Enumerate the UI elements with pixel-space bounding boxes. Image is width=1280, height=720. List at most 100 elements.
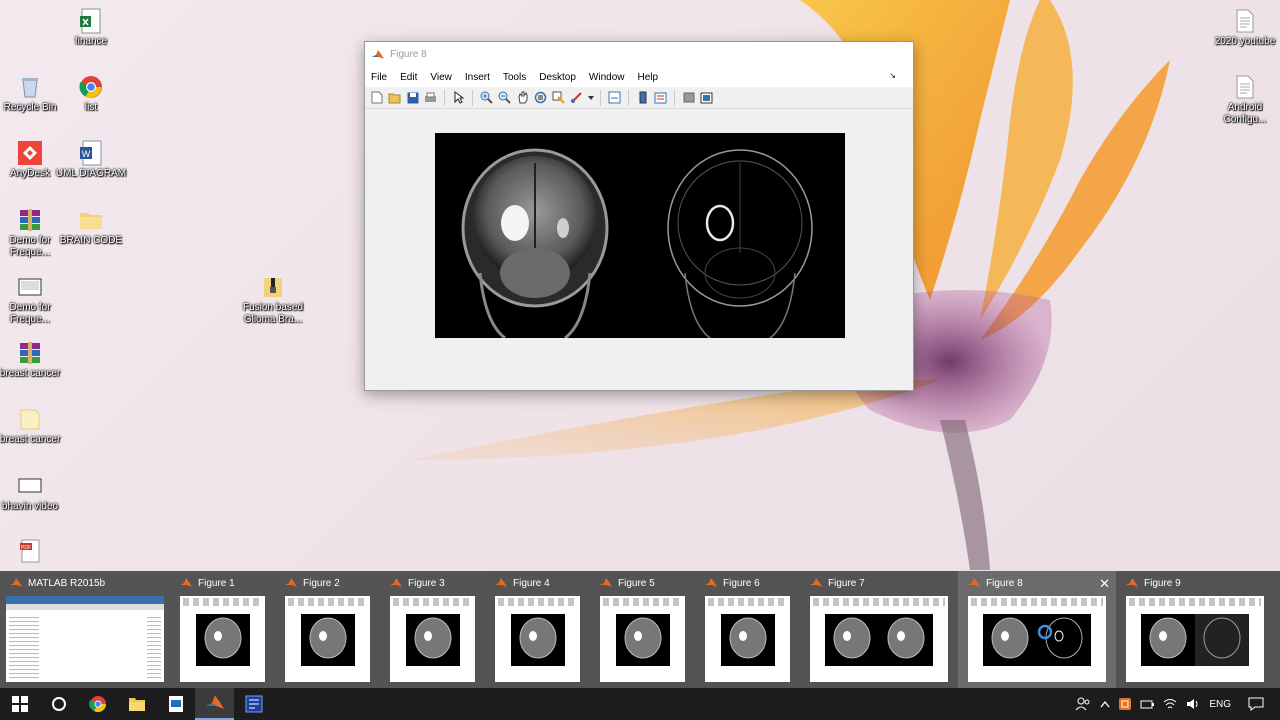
word-doc-icon: W — [78, 140, 104, 166]
preview-figure-2[interactable]: Figure 2 — [275, 571, 380, 688]
menu-edit[interactable]: Edit — [400, 72, 417, 83]
taskbar-app-2[interactable] — [234, 688, 273, 720]
zoom-out-icon[interactable] — [497, 90, 512, 105]
figure-window[interactable]: Figure 8 File Edit View Insert Tools Des… — [364, 41, 914, 391]
preview-figure-6[interactable]: Figure 6 — [695, 571, 800, 688]
edit-plot-arrow-icon[interactable] — [451, 90, 466, 105]
svg-text:W: W — [82, 149, 91, 159]
menu-view[interactable]: View — [430, 72, 452, 83]
desktop-icon-demo-freque-2[interactable]: Demo for Freque... — [0, 274, 66, 326]
tray-orange-app-icon[interactable] — [1119, 698, 1132, 710]
rotate-3d-icon[interactable] — [533, 90, 548, 105]
menu-window[interactable]: Window — [589, 72, 625, 83]
taskbar-app[interactable] — [156, 688, 195, 720]
new-figure-icon[interactable] — [369, 90, 384, 105]
video-file-icon — [17, 473, 43, 499]
desktop-icon-2020-youtube[interactable]: 2020 youtube — [1209, 8, 1280, 48]
language-indicator[interactable]: ENG — [1209, 699, 1231, 710]
notification-icon[interactable] — [1248, 697, 1264, 711]
preview-thumbnail — [1126, 596, 1264, 682]
matlab-icon — [968, 578, 980, 587]
preview-title: Figure 8 — [986, 577, 1023, 589]
open-file-icon[interactable] — [387, 90, 402, 105]
preview-figure-3[interactable]: Figure 3 — [380, 571, 485, 688]
preview-thumbnail — [180, 596, 265, 682]
taskbar-file-explorer[interactable] — [117, 688, 156, 720]
zoom-in-icon[interactable] — [479, 90, 494, 105]
preview-title: Figure 2 — [303, 577, 340, 589]
start-button[interactable] — [0, 688, 39, 720]
show-plot-tools-icon[interactable] — [699, 90, 714, 105]
matlab-icon — [600, 578, 612, 587]
brush-icon[interactable] — [569, 90, 584, 105]
preview-thumbnail — [495, 596, 580, 682]
figure-titlebar[interactable]: Figure 8 — [365, 42, 913, 67]
menu-insert[interactable]: Insert — [465, 72, 490, 83]
chevron-down-icon[interactable] — [587, 90, 594, 105]
desktop-icon-list[interactable]: list — [55, 74, 127, 114]
preview-figure-9[interactable]: Figure 9 — [1116, 571, 1274, 688]
wifi-icon[interactable] — [1163, 698, 1177, 710]
taskbar-chrome[interactable] — [78, 688, 117, 720]
close-icon[interactable]: ✕ — [1099, 576, 1110, 592]
link-plot-icon[interactable] — [607, 90, 622, 105]
matlab-icon — [285, 578, 297, 587]
preview-title: Figure 3 — [408, 577, 445, 589]
figure-toolbar — [365, 87, 913, 109]
preview-title: Figure 5 — [618, 577, 655, 589]
system-tray: ENG — [1075, 688, 1280, 720]
preview-title: Figure 1 — [198, 577, 235, 589]
preview-thumbnail — [968, 596, 1106, 682]
cortana-circle-icon — [51, 697, 66, 711]
taskbar-matlab[interactable] — [195, 688, 234, 720]
desktop-icon-fusion-glioma[interactable]: Fusion based Glioma Bra... — [237, 274, 309, 326]
pan-hand-icon[interactable] — [515, 90, 530, 105]
menu-help[interactable]: Help — [638, 72, 659, 83]
mri-images — [461, 148, 813, 338]
anydesk-icon — [17, 140, 43, 166]
cortana-button[interactable] — [39, 688, 78, 720]
desktop-icon-brain-code[interactable]: BRAIN CODE — [55, 207, 127, 247]
desktop-icon-breast-cancer-folder[interactable]: breast cancer — [0, 406, 66, 446]
preview-thumbnail — [6, 596, 164, 682]
menu-tools[interactable]: Tools — [503, 72, 526, 83]
desktop-icon-finance[interactable]: finance — [55, 8, 127, 48]
preview-title: Figure 6 — [723, 577, 760, 589]
insert-legend-icon[interactable] — [653, 90, 668, 105]
matlab-icon — [810, 578, 822, 587]
toolbar-separator — [600, 89, 601, 106]
chevron-up-icon[interactable] — [1100, 700, 1110, 708]
folder-icon — [128, 698, 145, 711]
data-cursor-icon[interactable] — [551, 90, 566, 105]
desktop-icon-android-config[interactable]: Android Configu... — [1209, 74, 1280, 126]
menu-file[interactable]: File — [371, 72, 387, 83]
preview-figure-7[interactable]: Figure 7 — [800, 571, 958, 688]
print-icon[interactable] — [423, 90, 438, 105]
toolbar-separator — [472, 89, 473, 106]
text-file-icon — [1232, 8, 1258, 34]
people-icon[interactable] — [1075, 696, 1091, 712]
figure-axes-image[interactable] — [435, 133, 845, 338]
preview-title: Figure 9 — [1144, 577, 1181, 589]
preview-figure-8[interactable]: Figure 8 ✕ — [958, 571, 1116, 688]
desktop-icon-breast-cancer-rar[interactable]: breast cancer — [0, 340, 66, 380]
volume-icon[interactable] — [1186, 698, 1200, 710]
preview-figure-5[interactable]: Figure 5 — [590, 571, 695, 688]
matlab-icon — [390, 578, 402, 587]
preview-figure-1[interactable]: Figure 1 — [170, 571, 275, 688]
dock-arrow-icon[interactable]: ↘ — [889, 71, 896, 80]
desktop-icon-pdf[interactable]: PDF — [0, 538, 66, 566]
insert-colorbar-icon[interactable] — [635, 90, 650, 105]
text-file-icon — [1232, 74, 1258, 100]
preview-thumbnail — [810, 596, 948, 682]
preview-matlab[interactable]: MATLAB R2015b — [0, 571, 170, 688]
desktop-icon-bhavin-video[interactable]: bhavin video — [0, 473, 66, 513]
menu-desktop[interactable]: Desktop — [539, 72, 576, 83]
hide-plot-tools-icon[interactable] — [681, 90, 696, 105]
preview-figure-4[interactable]: Figure 4 — [485, 571, 590, 688]
desktop-icon-uml-diagram[interactable]: W UML DIAGRAM — [55, 140, 127, 180]
save-icon[interactable] — [405, 90, 420, 105]
preview-thumbnail — [600, 596, 685, 682]
battery-plug-icon[interactable] — [1140, 699, 1155, 709]
toolbar-separator — [674, 89, 675, 106]
